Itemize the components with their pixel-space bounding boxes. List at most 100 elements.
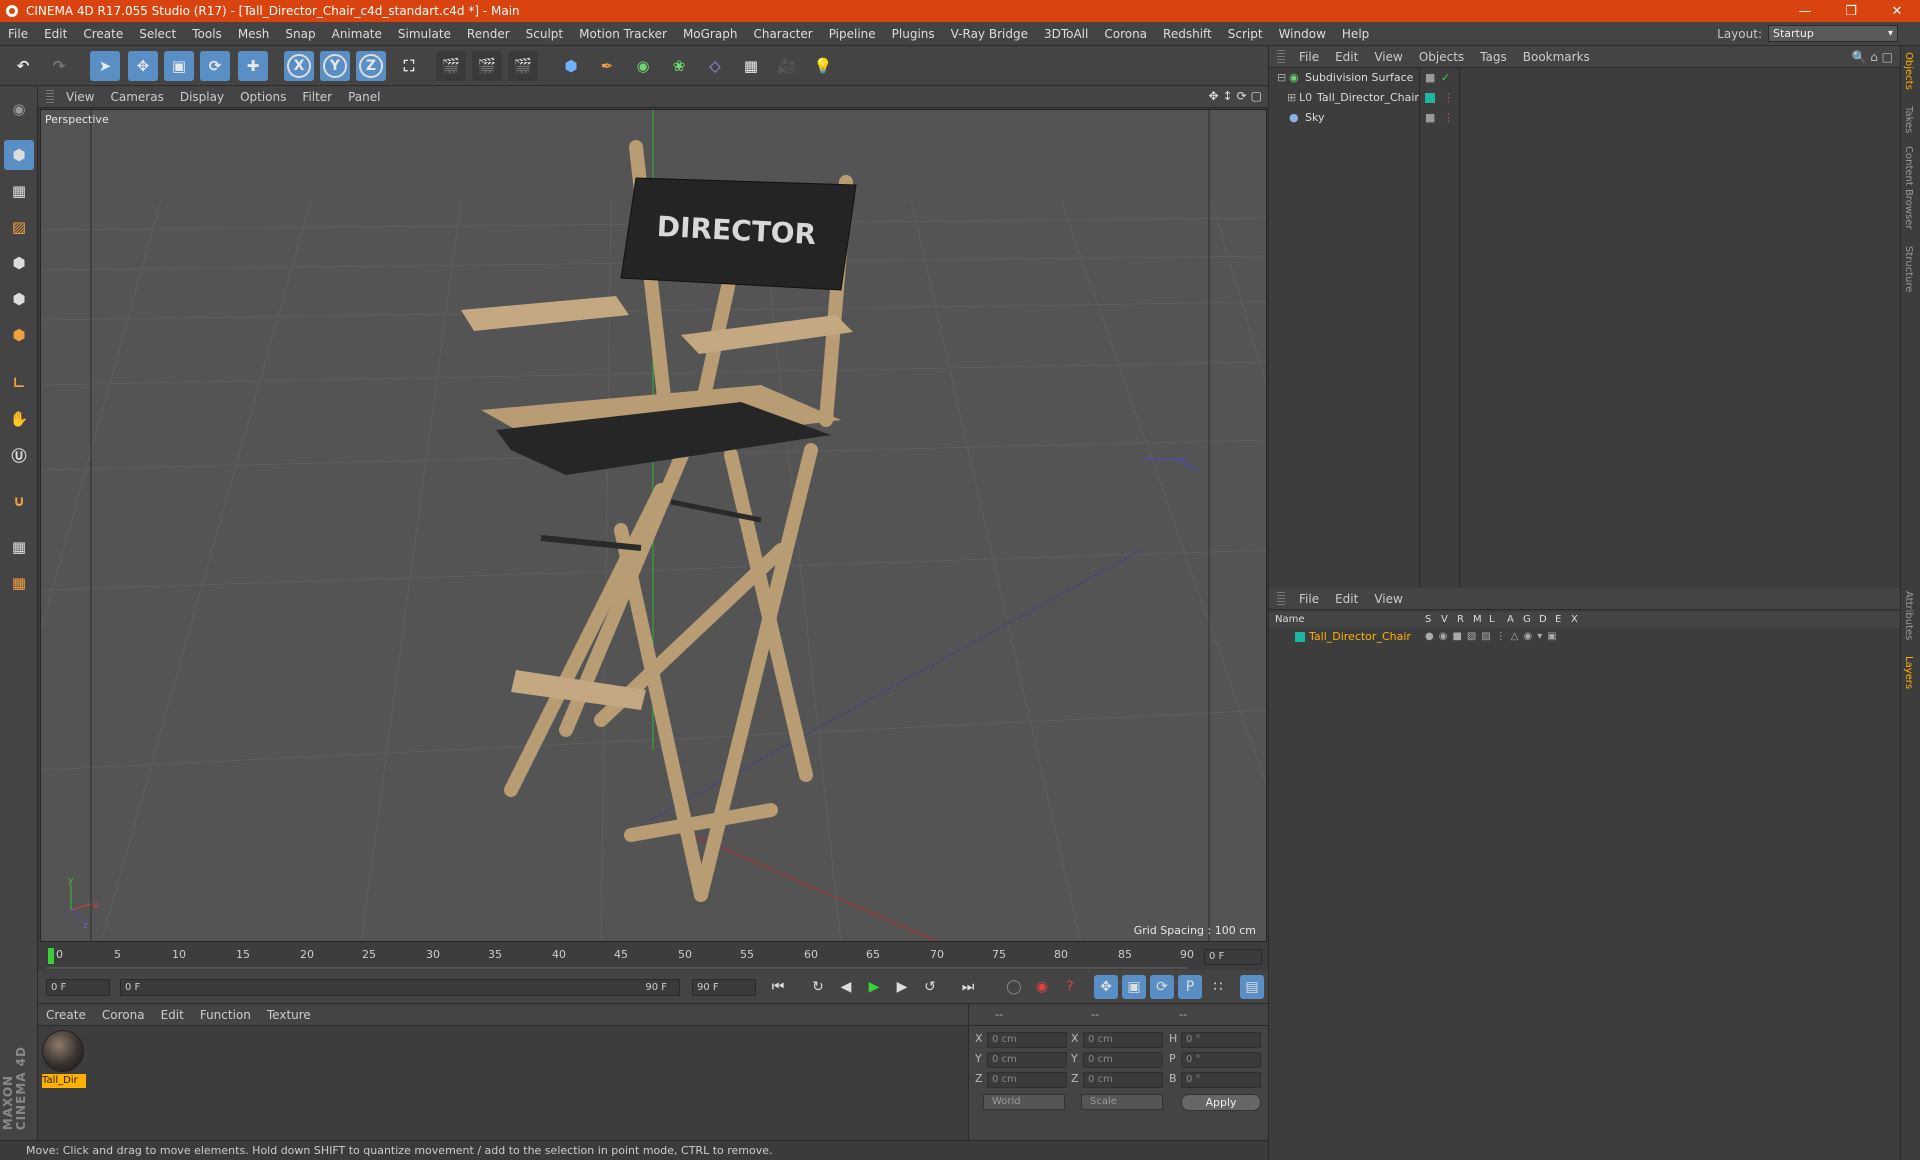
coord-mode-dropdown[interactable]: Scale xyxy=(1081,1094,1163,1110)
menu-plugins[interactable]: Plugins xyxy=(884,27,943,41)
pos-z-field[interactable]: 0 cm xyxy=(987,1072,1067,1088)
visibility-dots-icon[interactable]: ⋮ xyxy=(1443,88,1454,108)
menu-edit[interactable]: Edit xyxy=(36,27,75,41)
menu-render[interactable]: Render xyxy=(459,27,518,41)
tab-objects[interactable]: Objects xyxy=(1903,52,1914,90)
tab-structure[interactable]: Structure xyxy=(1903,246,1914,293)
viewport-menu-panel[interactable]: Panel xyxy=(340,90,388,104)
layer-color-swatch[interactable] xyxy=(1425,88,1435,108)
edges-mode-icon[interactable]: ⬢ xyxy=(4,284,34,314)
pos-x-field[interactable]: 0 cm xyxy=(987,1032,1067,1048)
object-menu-file[interactable]: File xyxy=(1291,50,1327,64)
move-icon[interactable]: ✥ xyxy=(128,51,158,81)
material-menu-edit[interactable]: Edit xyxy=(153,1008,192,1022)
viewport-menu-display[interactable]: Display xyxy=(172,90,232,104)
menu-window[interactable]: Window xyxy=(1271,27,1334,41)
record-icon[interactable]: ◉ xyxy=(1030,975,1054,999)
size-z-field[interactable]: 0 cm xyxy=(1083,1072,1163,1088)
redo-icon[interactable]: ↷ xyxy=(44,51,74,81)
key-scale-icon[interactable]: ▣ xyxy=(1122,975,1146,999)
menu-animate[interactable]: Animate xyxy=(324,27,390,41)
material-swatch[interactable]: Tall_Dir xyxy=(42,1030,86,1088)
pen-spline-icon[interactable]: ✒ xyxy=(592,51,622,81)
menu-mesh[interactable]: Mesh xyxy=(230,27,278,41)
auto-key-icon[interactable]: ? xyxy=(1058,975,1082,999)
dolly-icon[interactable]: ↕ xyxy=(1223,89,1233,103)
points-mode-icon[interactable]: ⬢ xyxy=(4,248,34,278)
tab-content-browser[interactable]: Content Browser xyxy=(1903,146,1914,229)
tab-layers[interactable]: Layers xyxy=(1903,656,1914,689)
cube-icon[interactable]: ⬢ xyxy=(556,51,586,81)
menu-character[interactable]: Character xyxy=(745,27,820,41)
layout-dropdown[interactable]: Startup xyxy=(1768,25,1898,42)
apply-button[interactable]: Apply xyxy=(1181,1094,1261,1111)
material-menu-create[interactable]: Create xyxy=(38,1008,94,1022)
tab-attributes[interactable]: Attributes xyxy=(1903,591,1914,640)
object-row-sky[interactable]: ● Sky ■ ⋮ xyxy=(1269,108,1901,128)
play-icon[interactable]: ▶ xyxy=(862,975,886,999)
scale-icon[interactable]: ▣ xyxy=(164,51,194,81)
live-selection-icon[interactable]: ✚ xyxy=(238,51,268,81)
menu-vray-bridge[interactable]: V-Ray Bridge xyxy=(943,27,1036,41)
edit-toggle-icon[interactable]: ■ xyxy=(1425,108,1435,128)
y-axis-icon[interactable]: Y xyxy=(320,51,350,81)
key-rotate-icon[interactable]: ⟳ xyxy=(1150,975,1174,999)
keyframe-icon[interactable]: ◯ xyxy=(1002,975,1026,999)
orbit-icon[interactable]: ⟳ xyxy=(1237,89,1247,103)
subdivision-icon[interactable]: ◉ xyxy=(628,51,658,81)
maximize-view-icon[interactable]: ▢ xyxy=(1251,89,1262,103)
key-move-icon[interactable]: ✥ xyxy=(1094,975,1118,999)
next-key-icon[interactable]: ↺ xyxy=(918,975,942,999)
magnet-icon[interactable]: ∪ xyxy=(4,486,34,516)
timeline-window-icon[interactable]: ▤ xyxy=(1240,975,1264,999)
layer-flag-icons[interactable]: ●◉■▧▨⋮△◉▾▣ xyxy=(1425,628,1562,646)
minimize-icon[interactable]: — xyxy=(1782,4,1828,19)
locked-workplane-icon[interactable]: ▦ xyxy=(4,532,34,562)
menu-3dtoall[interactable]: 3DToAll xyxy=(1036,27,1096,41)
viewport-menu-options[interactable]: Options xyxy=(232,90,294,104)
tweak-mode-icon[interactable]: ✋ xyxy=(4,404,34,434)
texture-mode-icon[interactable]: ▦ xyxy=(4,176,34,206)
model-mode-icon[interactable]: ⬢ xyxy=(4,140,34,170)
go-to-start-icon[interactable]: ⏮ xyxy=(766,975,790,999)
menu-select[interactable]: Select xyxy=(131,27,184,41)
timeline-ruler[interactable]: 0 5 10 15 20 25 30 35 40 45 50 55 60 65 … xyxy=(38,942,1268,970)
go-to-end-icon[interactable]: ⏭ xyxy=(956,975,980,999)
render-settings-icon[interactable]: 🎬 xyxy=(508,51,538,81)
size-x-field[interactable]: 0 cm xyxy=(1083,1032,1163,1048)
playhead[interactable] xyxy=(48,948,54,964)
rot-h-field[interactable]: 0 ° xyxy=(1181,1032,1261,1048)
collapse-icon[interactable]: ⊟ xyxy=(1277,68,1286,88)
render-picture-viewer-icon[interactable]: 🎬 xyxy=(472,51,502,81)
rot-b-field[interactable]: 0 ° xyxy=(1181,1072,1261,1088)
camera-icon[interactable]: 🎥 xyxy=(772,51,802,81)
menu-snap[interactable]: Snap xyxy=(277,27,323,41)
object-row-subdivision[interactable]: ⊟ ◉ Subdivision Surface ■ ✓ xyxy=(1269,68,1901,88)
x-axis-icon[interactable]: X xyxy=(284,51,314,81)
floor-icon[interactable]: ▦ xyxy=(736,51,766,81)
menu-create[interactable]: Create xyxy=(75,27,131,41)
cloner-icon[interactable]: ❀ xyxy=(664,51,694,81)
object-row-chair[interactable]: ⊞ L0 Tall_Director_Chair ⋮ xyxy=(1269,88,1901,108)
start-frame-field[interactable]: 0 F xyxy=(46,979,110,996)
coord-space-dropdown[interactable]: World xyxy=(983,1094,1065,1110)
menu-script[interactable]: Script xyxy=(1220,27,1271,41)
coordinate-system-icon[interactable]: ⛶ xyxy=(394,51,424,81)
menu-corona[interactable]: Corona xyxy=(1096,27,1155,41)
z-axis-icon[interactable]: Z xyxy=(356,51,386,81)
viewport-menu-filter[interactable]: Filter xyxy=(294,90,340,104)
material-menu-corona[interactable]: Corona xyxy=(94,1008,153,1022)
axis-mode-icon[interactable]: ∟ xyxy=(4,368,34,398)
object-menu-bookmarks[interactable]: Bookmarks xyxy=(1515,50,1598,64)
layer-menu-file[interactable]: File xyxy=(1291,592,1327,606)
menu-mograph[interactable]: MoGraph xyxy=(675,27,746,41)
menu-redshift[interactable]: Redshift xyxy=(1155,27,1220,41)
pos-y-field[interactable]: 0 cm xyxy=(987,1052,1067,1068)
make-editable-icon[interactable]: ◉ xyxy=(4,94,34,124)
prev-frame-icon[interactable]: ◀ xyxy=(834,975,858,999)
rot-p-field[interactable]: 0 ° xyxy=(1181,1052,1261,1068)
object-menu-tags[interactable]: Tags xyxy=(1472,50,1515,64)
snap-icon[interactable]: Ⓤ xyxy=(4,440,34,470)
polygons-mode-icon[interactable]: ⬢ xyxy=(4,320,34,350)
menu-file[interactable]: File xyxy=(0,27,36,41)
